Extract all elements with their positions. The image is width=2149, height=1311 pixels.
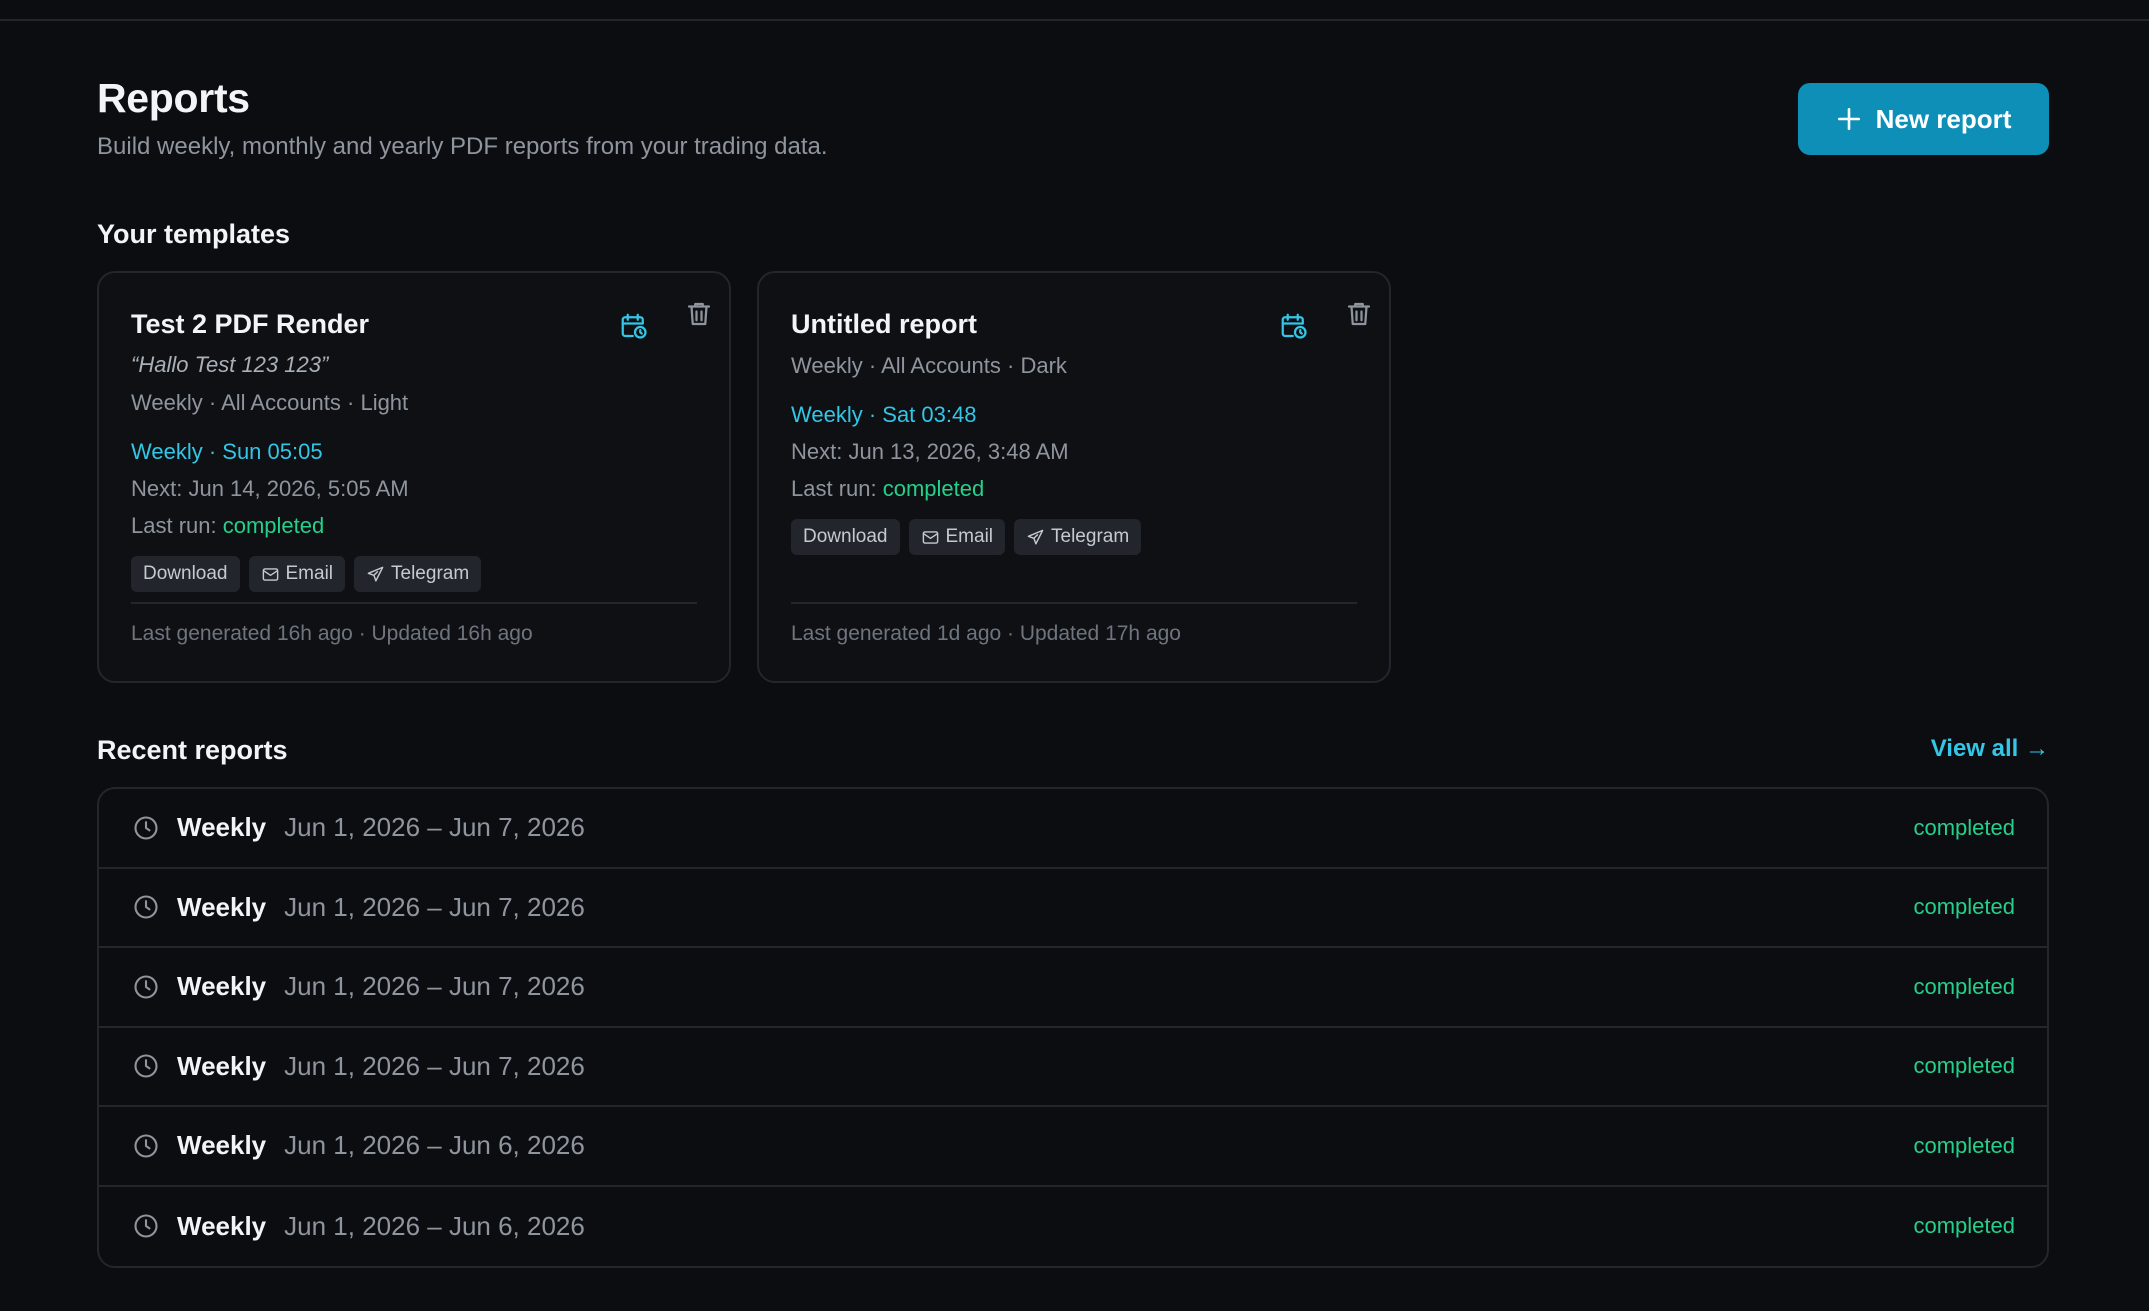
card-divider xyxy=(131,602,697,604)
mail-icon xyxy=(262,567,278,581)
last-run-label: Last run: xyxy=(131,513,217,538)
recent-reports-list: Weekly Jun 1, 2026 – Jun 7, 2026 complet… xyxy=(97,787,2049,1268)
email-chip[interactable]: Email xyxy=(908,519,1006,555)
page-header: Reports Build weekly, monthly and yearly… xyxy=(97,21,2049,201)
new-report-label: New report xyxy=(1875,103,2012,134)
template-schedule: Weekly · Sat 03:48 xyxy=(791,402,977,427)
report-kind: Weekly xyxy=(177,812,267,843)
list-item[interactable]: Weekly Jun 1, 2026 – Jun 6, 2026 complet… xyxy=(99,1107,2047,1187)
download-chip[interactable]: Download xyxy=(131,556,240,592)
list-item[interactable]: Weekly Jun 1, 2026 – Jun 6, 2026 complet… xyxy=(99,1187,2047,1267)
templates-section-title: Your templates xyxy=(97,219,291,249)
download-chip[interactable]: Download xyxy=(791,519,900,555)
delivery-chips: Download Email Telegram xyxy=(131,556,482,592)
list-item[interactable]: Weekly Jun 1, 2026 – Jun 7, 2026 complet… xyxy=(99,1028,2047,1107)
email-label: Email xyxy=(945,526,994,547)
status-badge: completed xyxy=(1913,1213,2015,1239)
list-item[interactable]: Weekly Jun 1, 2026 – Jun 7, 2026 complet… xyxy=(99,948,2047,1028)
download-label: Download xyxy=(143,563,228,584)
last-run-label: Last run: xyxy=(791,476,877,501)
new-report-button[interactable]: New report xyxy=(1798,83,2049,155)
last-run-status: completed xyxy=(222,513,325,538)
clock-icon xyxy=(134,1214,158,1238)
reports-page: Reports Build weekly, monthly and yearly… xyxy=(97,21,2049,1268)
status-badge: completed xyxy=(1913,973,2015,999)
template-next-run: Next: Jun 14, 2026, 5:05 AM xyxy=(131,476,409,501)
page-title: Reports xyxy=(97,75,250,121)
template-title: Test 2 PDF Render xyxy=(131,309,370,339)
delivery-chips: Download Email Telegram xyxy=(791,519,1142,555)
template-title: Untitled report xyxy=(791,309,977,339)
clock-icon xyxy=(134,816,158,840)
send-icon xyxy=(367,566,384,582)
telegram-label: Telegram xyxy=(391,563,470,584)
clock-icon xyxy=(134,1134,158,1158)
report-kind: Weekly xyxy=(177,1210,267,1241)
clock-icon xyxy=(134,1054,158,1078)
template-description: “Hallo Test 123 123” xyxy=(131,352,329,377)
trash-icon[interactable] xyxy=(1344,299,1374,329)
clock-icon xyxy=(134,975,158,999)
view-all-link[interactable]: View all → xyxy=(1931,735,2049,763)
email-chip[interactable]: Email xyxy=(248,556,346,592)
status-badge: completed xyxy=(1913,1053,2015,1079)
email-label: Email xyxy=(285,563,334,584)
telegram-label: Telegram xyxy=(1051,526,1130,547)
list-item[interactable]: Weekly Jun 1, 2026 – Jun 7, 2026 complet… xyxy=(99,789,2047,869)
template-meta: Weekly · All Accounts · Dark xyxy=(791,353,1067,378)
calendar-clock-icon[interactable] xyxy=(619,311,649,341)
status-badge: completed xyxy=(1913,814,2015,840)
trash-icon[interactable] xyxy=(684,299,714,329)
report-range: Jun 1, 2026 – Jun 7, 2026 xyxy=(284,1050,585,1081)
report-range: Jun 1, 2026 – Jun 6, 2026 xyxy=(284,1210,585,1241)
telegram-chip[interactable]: Telegram xyxy=(354,556,482,592)
template-last-run: Last run: completed xyxy=(791,476,984,502)
template-footer: Last generated 16h ago · Updated 16h ago xyxy=(131,622,533,645)
template-card[interactable]: Untitled report Weekly · All Accounts · … xyxy=(757,271,1391,683)
status-badge: completed xyxy=(1913,1132,2015,1158)
template-card[interactable]: Test 2 PDF Render “Hallo Test 123 123” W… xyxy=(97,271,731,683)
send-icon xyxy=(1027,529,1044,545)
status-badge: completed xyxy=(1913,894,2015,920)
clock-icon xyxy=(134,895,158,919)
last-run-status: completed xyxy=(882,476,985,501)
template-last-run: Last run: completed xyxy=(131,513,324,539)
list-item[interactable]: Weekly Jun 1, 2026 – Jun 7, 2026 complet… xyxy=(99,869,2047,948)
template-next-run: Next: Jun 13, 2026, 3:48 AM xyxy=(791,439,1069,464)
report-range: Jun 1, 2026 – Jun 7, 2026 xyxy=(284,812,585,843)
template-schedule: Weekly · Sun 05:05 xyxy=(131,439,323,464)
mail-icon xyxy=(922,530,938,544)
report-range: Jun 1, 2026 – Jun 7, 2026 xyxy=(284,891,585,922)
card-divider xyxy=(791,602,1357,604)
download-label: Download xyxy=(803,526,888,547)
report-range: Jun 1, 2026 – Jun 7, 2026 xyxy=(284,971,585,1002)
plus-icon xyxy=(1837,107,1860,131)
page-subtitle: Build weekly, monthly and yearly PDF rep… xyxy=(97,133,828,160)
telegram-chip[interactable]: Telegram xyxy=(1014,519,1142,555)
recent-reports-title: Recent reports xyxy=(97,735,288,765)
report-kind: Weekly xyxy=(177,1050,267,1081)
report-range: Jun 1, 2026 – Jun 6, 2026 xyxy=(284,1130,585,1161)
template-footer: Last generated 1d ago · Updated 17h ago xyxy=(791,622,1181,645)
templates-grid: Test 2 PDF Render “Hallo Test 123 123” W… xyxy=(97,271,1391,683)
template-meta: Weekly · All Accounts · Light xyxy=(131,390,409,415)
report-kind: Weekly xyxy=(177,1130,267,1161)
report-kind: Weekly xyxy=(177,971,267,1002)
report-kind: Weekly xyxy=(177,891,267,922)
top-bar xyxy=(0,0,2149,21)
calendar-clock-icon[interactable] xyxy=(1279,311,1309,341)
